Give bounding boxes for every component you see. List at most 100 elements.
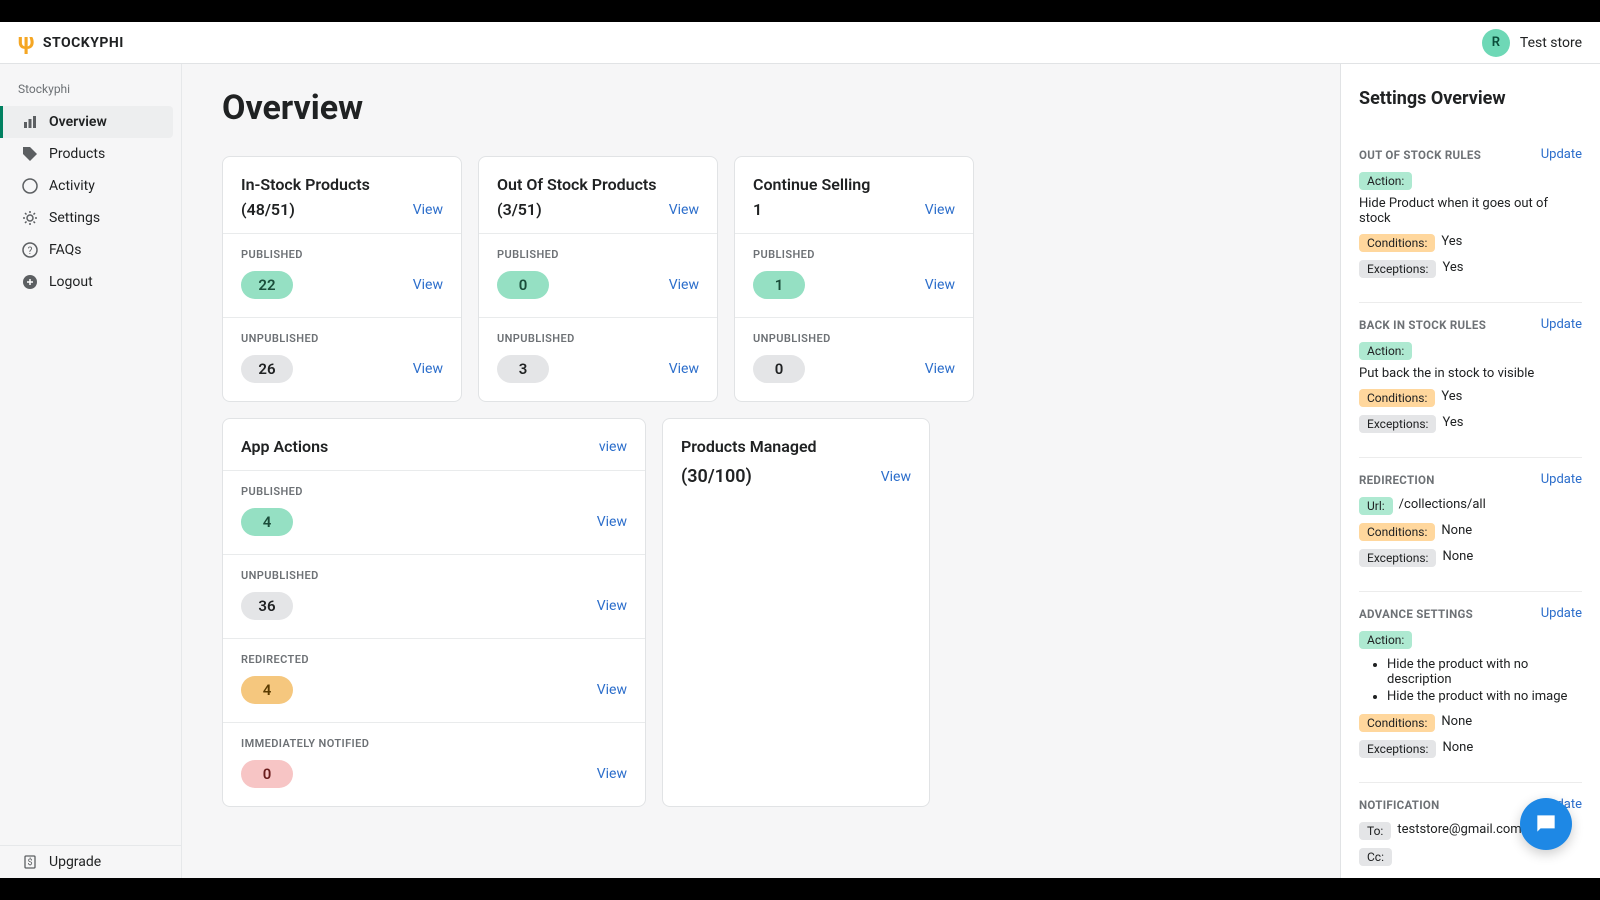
stat-pill: 4 [241, 676, 293, 704]
sidebar-item-overview[interactable]: Overview [0, 106, 173, 138]
update-link[interactable]: Update [1541, 472, 1582, 487]
tag-cc: Cc: [1359, 848, 1392, 866]
view-link[interactable]: View [413, 202, 443, 218]
view-link[interactable]: View [925, 361, 955, 377]
card-title: Products Managed [681, 437, 911, 456]
stat-pill: 26 [241, 355, 293, 383]
store-name: Test store [1520, 35, 1582, 51]
sidebar-heading: Stockyphi [0, 76, 181, 106]
stat-pill: 0 [241, 760, 293, 788]
card-title: Continue Selling [753, 175, 955, 194]
view-link[interactable]: View [669, 361, 699, 377]
tag-conditions: Conditions: [1359, 389, 1435, 407]
card-title: In-Stock Products [241, 175, 443, 194]
rp-section-back-in-stock: BACK IN STOCK RULES Update Action: Put ba… [1359, 303, 1582, 458]
card-subvalue: (3/51) [497, 200, 542, 219]
tag-action: Action: [1359, 172, 1412, 190]
sidebar-item-logout[interactable]: Logout [0, 266, 181, 298]
dollar-icon: $ [21, 853, 39, 871]
sidebar-item-label: Logout [49, 274, 93, 290]
view-link[interactable]: View [597, 598, 627, 614]
main-content: Overview In-Stock Products (48/51) View … [182, 64, 1340, 878]
section-label: PUBLISHED [753, 248, 955, 261]
sidebar-item-upgrade[interactable]: $ Upgrade [0, 846, 181, 878]
sidebar-item-label: FAQs [49, 242, 82, 258]
letterbox-bottom [0, 878, 1600, 900]
rp-value: None [1442, 549, 1473, 564]
stat-pill: 22 [241, 271, 293, 299]
brand-name: STOCKYPHI [43, 35, 124, 51]
svg-text:?: ? [28, 246, 33, 257]
update-link[interactable]: Update [1541, 147, 1582, 162]
card-continue-selling: Continue Selling 1 View PUBLISHED 1 View… [734, 156, 974, 402]
tag-conditions: Conditions: [1359, 714, 1435, 732]
brand-logo-icon: ψ [18, 30, 35, 55]
chart-icon [21, 113, 39, 131]
view-link[interactable]: View [597, 514, 627, 530]
rp-value: /collections/all [1399, 497, 1486, 512]
update-link[interactable]: Update [1541, 317, 1582, 332]
settings-panel: Settings Overview OUT OF STOCK RULES Upd… [1340, 64, 1600, 878]
view-link[interactable]: View [413, 361, 443, 377]
view-link[interactable]: view [599, 439, 627, 455]
sidebar: Stockyphi Overview Products Activity Set… [0, 64, 182, 878]
rp-action-list: Hide the product with no description Hid… [1359, 657, 1582, 704]
update-link[interactable]: Update [1541, 606, 1582, 621]
letterbox-top [0, 0, 1600, 22]
view-link[interactable]: View [597, 682, 627, 698]
card-products-managed: Products Managed (30/100) View [662, 418, 930, 807]
stat-pill: 36 [241, 592, 293, 620]
rp-value: teststore@gmail.com [1397, 822, 1521, 837]
brand: ψ STOCKYPHI [18, 30, 124, 55]
rp-heading: OUT OF STOCK RULES [1359, 148, 1481, 162]
question-icon: ? [21, 241, 39, 259]
rp-list-item: Hide the product with no image [1387, 689, 1582, 704]
view-link[interactable]: View [669, 277, 699, 293]
rp-section-out-of-stock: OUT OF STOCK RULES Update Action: Hide Pr… [1359, 133, 1582, 303]
tag-url: Url: [1359, 497, 1393, 515]
compass-icon [21, 177, 39, 195]
sidebar-item-activity[interactable]: Activity [0, 170, 181, 202]
section-label: PUBLISHED [497, 248, 699, 261]
chat-button[interactable] [1520, 798, 1572, 850]
user-area[interactable]: R Test store [1482, 29, 1582, 57]
tag-exceptions: Exceptions: [1359, 415, 1436, 433]
sidebar-item-label: Products [49, 146, 105, 162]
svg-text:$: $ [27, 857, 32, 868]
view-link[interactable]: View [925, 202, 955, 218]
tag-action: Action: [1359, 342, 1412, 360]
tag-exceptions: Exceptions: [1359, 740, 1436, 758]
section-label: IMMEDIATELY NOTIFIED [241, 737, 627, 750]
view-link[interactable]: View [597, 766, 627, 782]
section-label: UNPUBLISHED [241, 569, 627, 582]
section-label: PUBLISHED [241, 248, 443, 261]
card-subvalue: (48/51) [241, 200, 295, 219]
topbar: ψ STOCKYPHI R Test store [0, 22, 1600, 64]
sidebar-item-products[interactable]: Products [0, 138, 181, 170]
rp-value: Put back the in stock to visible [1359, 366, 1534, 381]
tag-exceptions: Exceptions: [1359, 549, 1436, 567]
view-link[interactable]: View [881, 469, 911, 485]
view-link[interactable]: View [669, 202, 699, 218]
avatar[interactable]: R [1482, 29, 1510, 57]
logout-icon [21, 273, 39, 291]
rp-value: Hide Product when it goes out of stock [1359, 196, 1582, 226]
section-label: REDIRECTED [241, 653, 627, 666]
tag-conditions: Conditions: [1359, 234, 1435, 252]
rp-heading: BACK IN STOCK RULES [1359, 318, 1486, 332]
card-out-of-stock: Out Of Stock Products (3/51) View PUBLIS… [478, 156, 718, 402]
tag-icon [21, 145, 39, 163]
tag-conditions: Conditions: [1359, 523, 1435, 541]
sidebar-item-settings[interactable]: Settings [0, 202, 181, 234]
rp-section-advance: ADVANCE SETTINGS Update Action: Hide the… [1359, 592, 1582, 783]
stat-pill: 0 [497, 271, 549, 299]
tag-to: To: [1359, 822, 1391, 840]
sidebar-item-label: Activity [49, 178, 95, 194]
card-subvalue: 1 [753, 200, 762, 219]
sidebar-item-faqs[interactable]: ? FAQs [0, 234, 181, 266]
stat-pill: 4 [241, 508, 293, 536]
view-link[interactable]: View [925, 277, 955, 293]
section-label: UNPUBLISHED [241, 332, 443, 345]
rp-value: None [1441, 523, 1472, 538]
view-link[interactable]: View [413, 277, 443, 293]
